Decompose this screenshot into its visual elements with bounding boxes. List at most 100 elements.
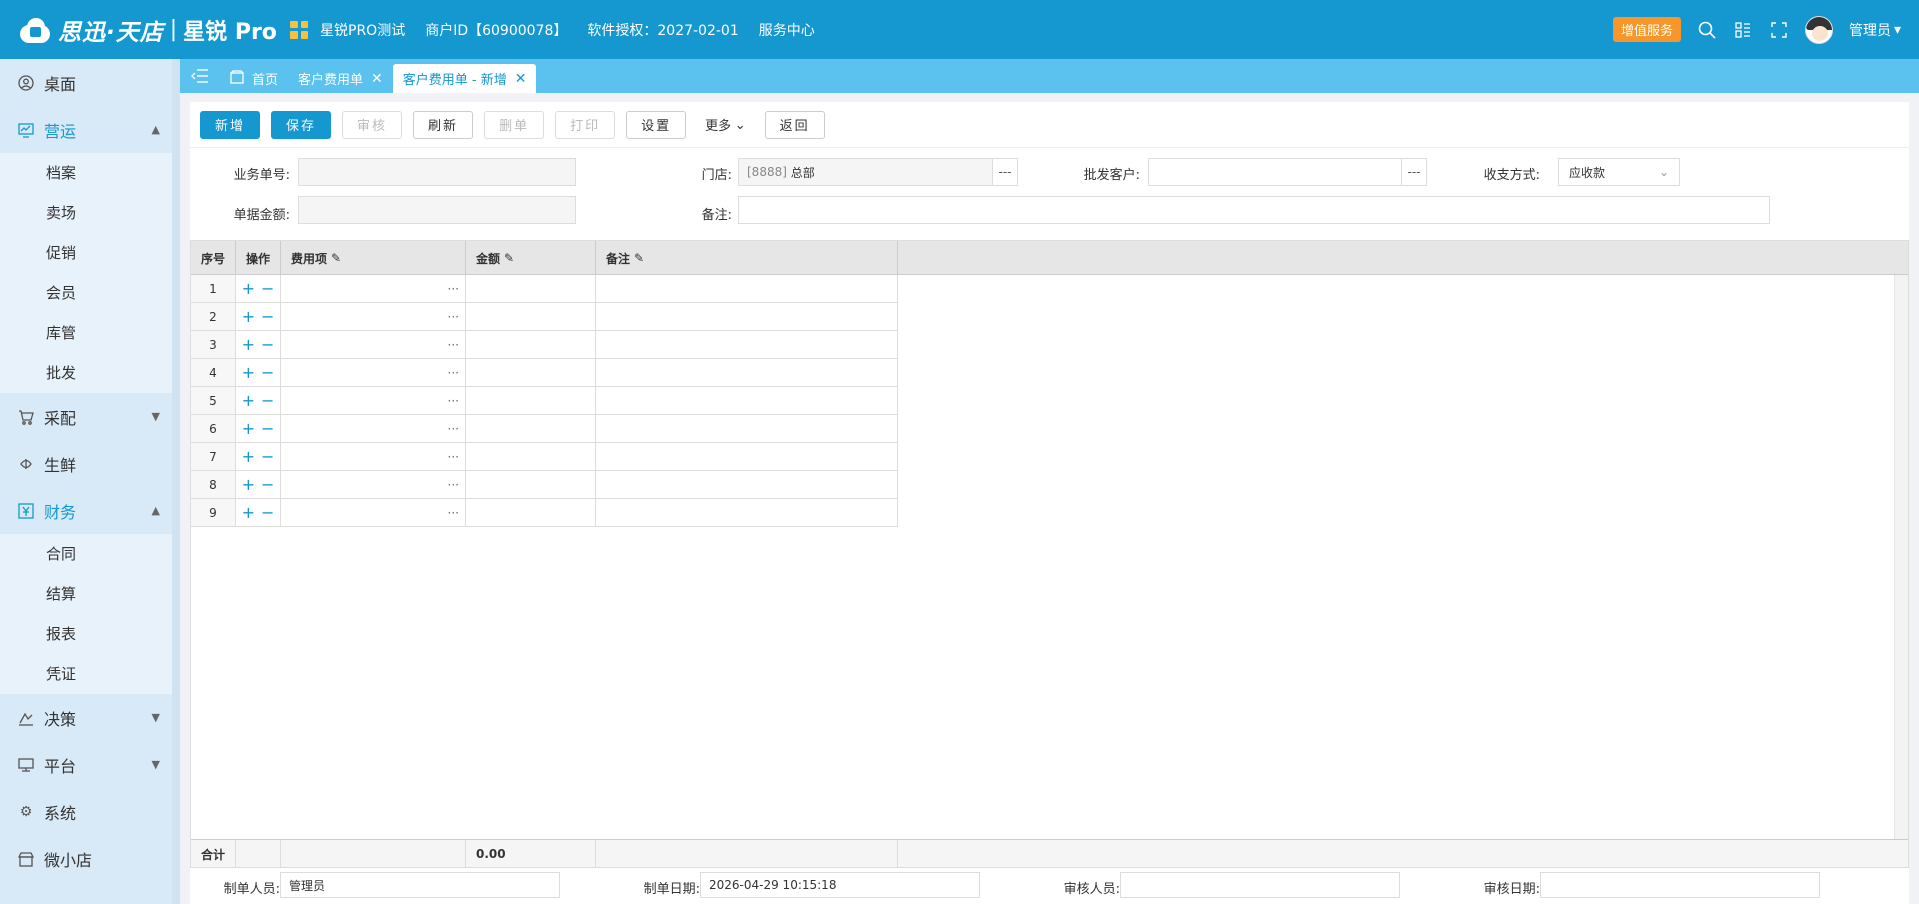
remove-row-icon[interactable]: − <box>261 503 274 522</box>
collapse-menu-icon[interactable] <box>180 59 220 93</box>
fee-item-cell[interactable]: ··· <box>281 471 466 499</box>
user-menu[interactable]: 管理员 ▾ <box>1849 20 1901 40</box>
add-row-icon[interactable]: + <box>242 419 255 438</box>
add-row-icon[interactable]: + <box>242 391 255 410</box>
fee-item-cell[interactable]: ··· <box>281 359 466 387</box>
add-row-icon[interactable]: + <box>242 503 255 522</box>
layout-icon[interactable] <box>1733 20 1753 40</box>
doc-no-input[interactable] <box>298 158 576 186</box>
customer-picker-button[interactable]: --- <box>1401 158 1427 186</box>
fee-item-cell[interactable]: ··· <box>281 499 466 527</box>
store-input[interactable]: [8888] 总部 <box>738 158 993 186</box>
customer-input[interactable] <box>1148 158 1402 186</box>
sidebar-subitem-voucher[interactable]: 凭证 <box>0 654 180 694</box>
amount-cell[interactable] <box>466 499 596 527</box>
save-button[interactable]: 保存 <box>271 110 332 139</box>
qr-code-icon[interactable] <box>290 20 308 39</box>
grid-scrollbar[interactable] <box>1894 275 1908 841</box>
remark-cell[interactable] <box>596 443 898 471</box>
more-button[interactable]: 更多 ⌄ <box>697 110 754 139</box>
amount-input[interactable] <box>298 196 576 224</box>
remove-row-icon[interactable]: − <box>261 307 274 326</box>
amount-cell[interactable] <box>466 415 596 443</box>
amount-cell[interactable] <box>466 303 596 331</box>
add-row-icon[interactable]: + <box>242 363 255 382</box>
add-row-icon[interactable]: + <box>242 279 255 298</box>
col-header-remark[interactable]: 备注 ✎ <box>596 241 898 275</box>
remark-cell[interactable] <box>596 387 898 415</box>
settings-button[interactable]: 设置 <box>626 110 687 139</box>
sidebar-subitem-archive[interactable]: 档案 <box>0 153 180 193</box>
sidebar-item-decision[interactable]: 决策 ▼ <box>0 694 180 741</box>
sidebar-subitem-wholesale[interactable]: 批发 <box>0 353 180 393</box>
close-icon[interactable]: ✕ <box>371 71 383 87</box>
add-row-icon[interactable]: + <box>242 335 255 354</box>
tab-customer-fee-new[interactable]: 客户费用单 - 新增 ✕ <box>392 64 537 93</box>
sidebar-subitem-report[interactable]: 报表 <box>0 614 180 654</box>
remove-row-icon[interactable]: − <box>261 335 274 354</box>
payment-type-select[interactable]: 应收款 ⌄ <box>1558 158 1680 186</box>
remove-row-icon[interactable]: − <box>261 391 274 410</box>
amount-cell[interactable] <box>466 387 596 415</box>
sidebar-item-finance[interactable]: 财务 ▲ <box>0 487 180 534</box>
amount-cell[interactable] <box>466 443 596 471</box>
ellipsis-picker-icon[interactable]: ··· <box>448 422 459 436</box>
add-row-icon[interactable]: + <box>242 447 255 466</box>
user-avatar[interactable] <box>1804 15 1833 44</box>
remove-row-icon[interactable]: − <box>261 363 274 382</box>
print-button[interactable]: 打印 <box>555 110 616 139</box>
sidebar-subitem-inventory[interactable]: 库管 <box>0 313 180 353</box>
remark-cell[interactable] <box>596 331 898 359</box>
remark-cell[interactable] <box>596 471 898 499</box>
close-icon[interactable]: ✕ <box>515 71 527 87</box>
ellipsis-picker-icon[interactable]: ··· <box>448 366 459 380</box>
ellipsis-picker-icon[interactable]: ··· <box>448 478 459 492</box>
new-button[interactable]: 新增 <box>200 110 261 139</box>
amount-cell[interactable] <box>466 331 596 359</box>
add-row-icon[interactable]: + <box>242 307 255 326</box>
remark-cell[interactable] <box>596 359 898 387</box>
remark-cell[interactable] <box>596 499 898 527</box>
ellipsis-picker-icon[interactable]: ··· <box>448 394 459 408</box>
refresh-button[interactable]: 刷新 <box>413 110 474 139</box>
back-button[interactable]: 返回 <box>764 110 825 139</box>
fee-item-cell[interactable]: ··· <box>281 443 466 471</box>
fee-item-cell[interactable]: ··· <box>281 275 466 303</box>
fee-item-cell[interactable]: ··· <box>281 331 466 359</box>
sidebar-subitem-contract[interactable]: 合同 <box>0 534 180 574</box>
tab-home[interactable]: 首页 <box>220 64 288 93</box>
sidebar-item-fresh[interactable]: 生鲜 <box>0 440 180 487</box>
add-row-icon[interactable]: + <box>242 475 255 494</box>
sidebar-subitem-settlement[interactable]: 结算 <box>0 574 180 614</box>
ellipsis-picker-icon[interactable]: ··· <box>448 450 459 464</box>
sidebar-item-distribution[interactable]: 采配 ▼ <box>0 393 180 440</box>
fee-item-cell[interactable]: ··· <box>281 415 466 443</box>
amount-cell[interactable] <box>466 471 596 499</box>
sidebar-item-operations[interactable]: 营运 ▲ <box>0 106 180 153</box>
remark-input[interactable] <box>738 196 1770 224</box>
delete-button[interactable]: 删单 <box>484 110 545 139</box>
amount-cell[interactable] <box>466 359 596 387</box>
search-icon[interactable] <box>1697 20 1717 40</box>
sidebar-subitem-promotion[interactable]: 促销 <box>0 233 180 273</box>
audit-button[interactable]: 审核 <box>342 110 403 139</box>
remove-row-icon[interactable]: − <box>261 475 274 494</box>
sidebar-item-platform[interactable]: 平台 ▼ <box>0 741 180 788</box>
remove-row-icon[interactable]: − <box>261 419 274 438</box>
store-picker-button[interactable]: --- <box>992 158 1018 186</box>
remark-cell[interactable] <box>596 303 898 331</box>
remark-cell[interactable] <box>596 275 898 303</box>
col-header-fee-item[interactable]: 费用项 ✎ <box>281 241 466 275</box>
ellipsis-picker-icon[interactable]: ··· <box>448 338 459 352</box>
col-header-amount[interactable]: 金额 ✎ <box>466 241 596 275</box>
app-logo[interactable]: 思迅·天店 | 星锐 Pro <box>0 13 290 47</box>
ellipsis-picker-icon[interactable]: ··· <box>448 282 459 296</box>
remove-row-icon[interactable]: − <box>261 447 274 466</box>
fee-item-cell[interactable]: ··· <box>281 303 466 331</box>
sidebar-item-mini-store[interactable]: 微小店 <box>0 835 180 882</box>
tab-customer-fee[interactable]: 客户费用单 ✕ <box>288 64 393 93</box>
service-center-link[interactable]: 服务中心 <box>759 20 815 40</box>
sidebar-item-desktop[interactable]: 桌面 <box>0 59 180 106</box>
ellipsis-picker-icon[interactable]: ··· <box>448 506 459 520</box>
value-added-service-button[interactable]: 增值服务 <box>1612 17 1681 42</box>
